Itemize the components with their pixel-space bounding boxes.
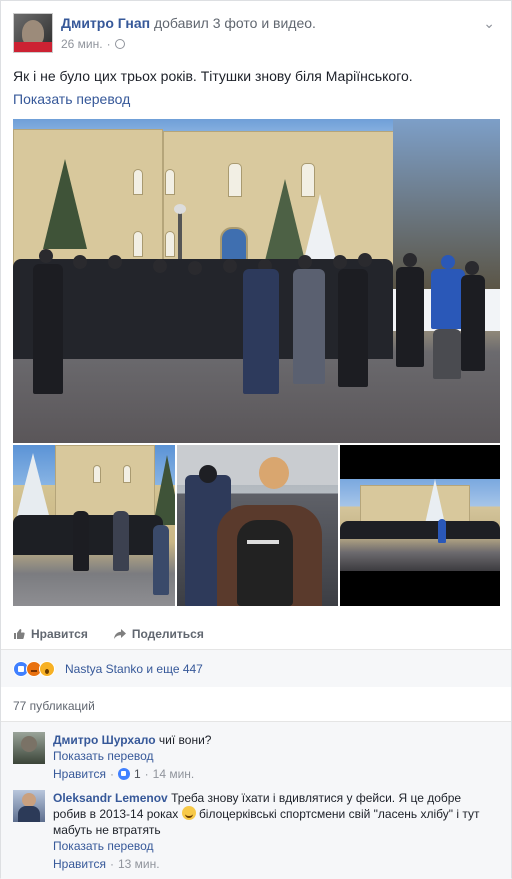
shares-count[interactable]: 77 публикаций (13, 699, 95, 713)
comment-like-button[interactable]: Нравится (53, 766, 106, 782)
commenter-avatar[interactable] (13, 790, 45, 822)
share-icon (113, 629, 126, 639)
comment-author[interactable]: Дмитро Шурхало (53, 733, 156, 747)
comment-author[interactable]: Oleksandr Lemenov (53, 791, 168, 805)
smile-emoji-icon (181, 806, 196, 820)
author-name[interactable]: Дмитро Гнап (61, 15, 150, 31)
photo-thumbnail-2[interactable] (177, 445, 338, 606)
photo-thumbnail-1[interactable] (13, 445, 175, 606)
comment-meta: Нравится · 1 · 14 мин. (53, 766, 195, 782)
main-photo[interactable] (13, 119, 500, 443)
comment-meta: Нравится · 13 мин. (53, 856, 160, 872)
comment-like-count[interactable]: 1 (134, 766, 141, 782)
post-text: Як і не було цих трьох років. Тітушки зн… (13, 68, 413, 84)
reaction-icons[interactable] (13, 661, 55, 677)
post-header: Дмитро Гнап добавил 3 фото и видео. 26 м… (13, 13, 499, 57)
globe-icon[interactable] (114, 39, 125, 49)
share-label: Поделиться (131, 627, 204, 641)
thumbs-up-icon (14, 629, 25, 639)
reactions-bar: Nastya Stanko и еще 447 (1, 649, 511, 687)
see-translation-link[interactable]: Показать перевод (13, 91, 130, 107)
commenter-avatar[interactable] (13, 732, 45, 764)
like-label: Нравится (31, 627, 88, 641)
comment-timestamp[interactable]: 14 мин. (153, 766, 195, 782)
author-avatar[interactable] (13, 13, 53, 53)
like-button[interactable]: Нравится (13, 627, 88, 641)
see-translation-link[interactable]: Показать перевод (53, 748, 493, 764)
post-meta: 26 мин. · (61, 37, 125, 51)
post-card: Дмитро Гнап добавил 3 фото и видео. 26 м… (0, 0, 512, 879)
comments-section: Дмитро Шурхало чиї вони? Показать перево… (1, 721, 511, 879)
post-action-text: добавил 3 фото и видео. (153, 15, 316, 31)
wow-reaction-icon (39, 661, 55, 677)
like-badge-icon (117, 768, 130, 780)
share-button[interactable]: Поделиться (113, 627, 204, 641)
video-thumbnail[interactable] (340, 445, 500, 606)
comment-like-button[interactable]: Нравится (53, 856, 106, 872)
reactions-summary[interactable]: Nastya Stanko и еще 447 (65, 662, 203, 676)
post-timestamp[interactable]: 26 мин. (61, 37, 103, 51)
see-translation-link[interactable]: Показать перевод (53, 838, 493, 854)
chevron-down-icon[interactable]: ⌄ (483, 15, 495, 32)
comment-timestamp[interactable]: 13 мин. (118, 856, 160, 872)
post-header-line: Дмитро Гнап добавил 3 фото и видео. (61, 15, 316, 31)
post-actions: Нравится Поделиться (13, 627, 204, 641)
comment-text: чиї вони? (158, 733, 212, 747)
